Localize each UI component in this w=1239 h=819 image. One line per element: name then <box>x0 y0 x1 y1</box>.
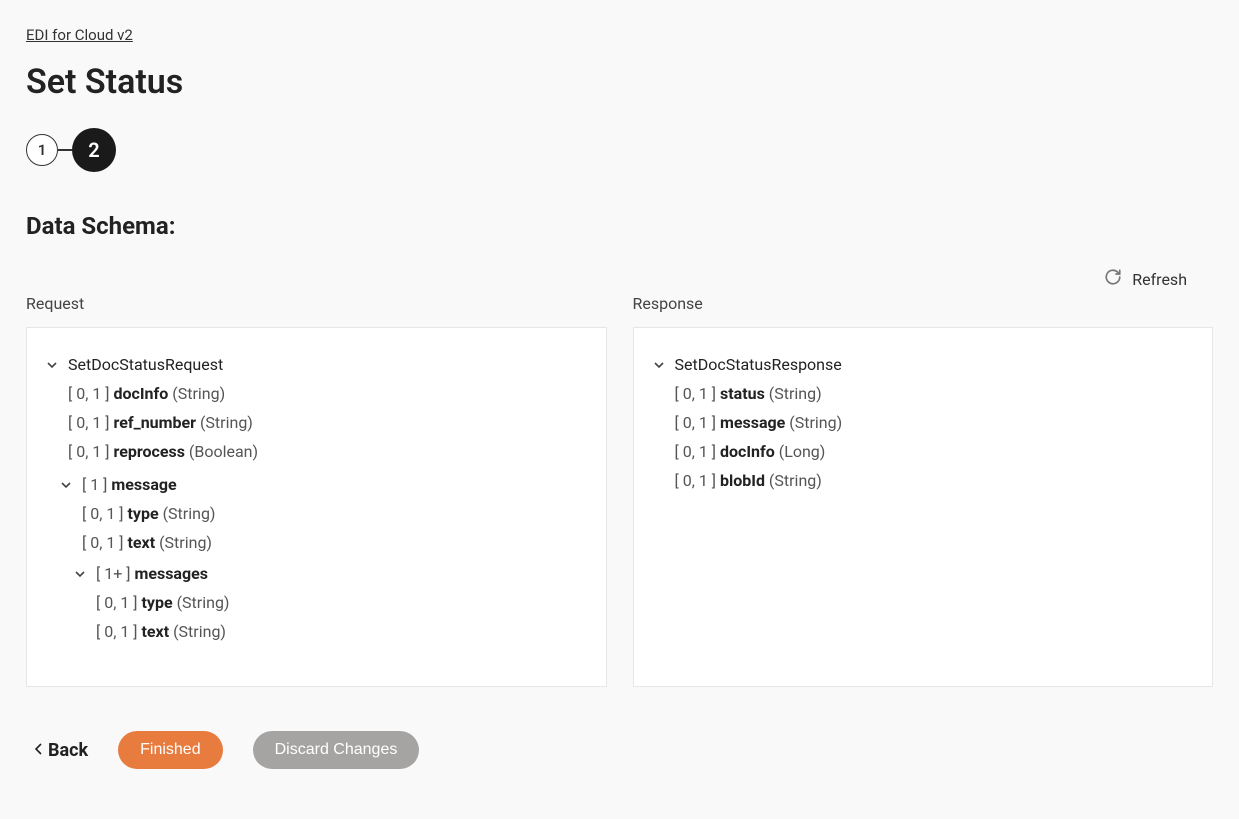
finished-button[interactable]: Finished <box>118 731 222 769</box>
request-header: Request <box>26 294 607 313</box>
breadcrumb[interactable]: EDI for Cloud v2 <box>26 26 133 44</box>
root-label: SetDocStatusRequest <box>68 355 223 374</box>
chevron-down-icon <box>73 568 87 580</box>
tree-field: [ 0, 1 ] text (String) <box>45 617 588 646</box>
tree-field: [ 0, 1 ] text (String) <box>45 528 588 557</box>
refresh-label: Refresh <box>1132 270 1187 289</box>
section-title: Data Schema: <box>26 212 1213 240</box>
stepper: 1 2 <box>26 128 1213 172</box>
root-label: SetDocStatusResponse <box>675 355 842 374</box>
response-root[interactable]: SetDocStatusResponse <box>652 350 1195 379</box>
chevron-down-icon <box>45 359 59 371</box>
page-title: Set Status <box>26 62 1213 102</box>
response-column: Response SetDocStatusResponse [ 0, 1 ] s… <box>633 294 1214 687</box>
step-2[interactable]: 2 <box>72 128 116 172</box>
back-label: Back <box>48 740 88 761</box>
tree-group-message[interactable]: [ 1 ] message <box>45 470 588 499</box>
tree-field: [ 0, 1 ] type (String) <box>45 499 588 528</box>
tree-field: [ 0, 1 ] message (String) <box>652 408 1195 437</box>
step-connector <box>58 149 72 151</box>
step-1[interactable]: 1 <box>26 134 58 166</box>
response-header: Response <box>633 294 1214 313</box>
chevron-down-icon <box>652 359 666 371</box>
request-card: SetDocStatusRequest [ 0, 1 ] docInfo (St… <box>26 327 607 687</box>
tree-group-messages[interactable]: [ 1+ ] messages <box>45 559 588 588</box>
tree-field: [ 0, 1 ] blobId (String) <box>652 466 1195 495</box>
footer: Back Finished Discard Changes <box>26 731 1213 769</box>
tree-field: [ 0, 1 ] docInfo (String) <box>45 379 588 408</box>
tree-field: [ 0, 1 ] status (String) <box>652 379 1195 408</box>
chevron-down-icon <box>59 479 73 491</box>
tree-field: [ 0, 1 ] type (String) <box>45 588 588 617</box>
response-card: SetDocStatusResponse [ 0, 1 ] status (St… <box>633 327 1214 687</box>
request-column: Request SetDocStatusRequest [ 0, 1 ] doc… <box>26 294 607 687</box>
discard-changes-button[interactable]: Discard Changes <box>253 731 420 769</box>
back-button[interactable]: Back <box>34 740 88 761</box>
request-root[interactable]: SetDocStatusRequest <box>45 350 588 379</box>
refresh-button[interactable]: Refresh <box>1104 268 1187 290</box>
tree-field: [ 0, 1 ] reprocess (Boolean) <box>45 437 588 466</box>
tree-field: [ 0, 1 ] docInfo (Long) <box>652 437 1195 466</box>
tree-field: [ 0, 1 ] ref_number (String) <box>45 408 588 437</box>
refresh-icon <box>1104 268 1122 290</box>
chevron-left-icon <box>34 740 44 761</box>
